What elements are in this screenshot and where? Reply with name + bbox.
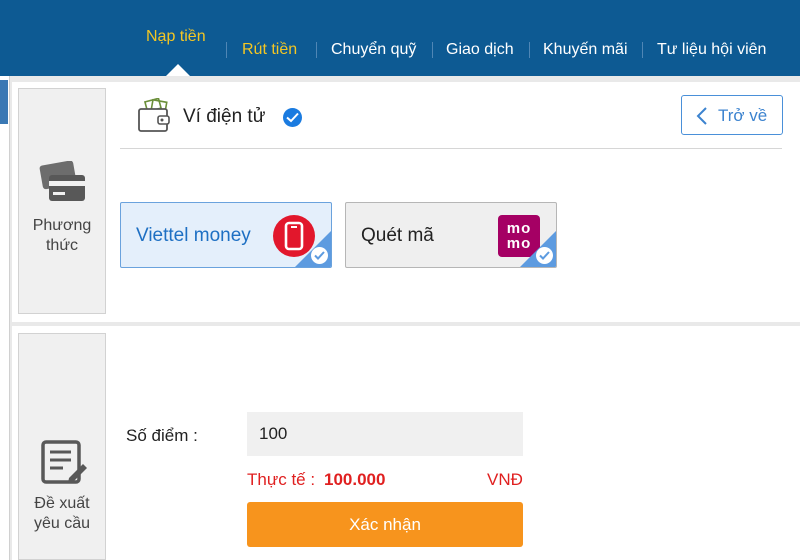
nav-item-chuyen-quy[interactable]: Chuyển quỹ xyxy=(331,41,416,59)
selected-check-icon xyxy=(311,247,328,264)
method-card-viettel-money[interactable]: Viettel money xyxy=(120,202,332,268)
left-sidebar-edge xyxy=(0,76,10,560)
request-side-label-line2: yêu cầu xyxy=(33,515,91,532)
request-panel: Đề xuất yêu cầu Số điểm : Thực tế : 100.… xyxy=(12,326,800,560)
method-name: Quét mã xyxy=(361,225,434,246)
method-side-label-line2: thức xyxy=(45,237,79,254)
nav-separator xyxy=(642,42,643,58)
points-input[interactable] xyxy=(247,412,523,456)
request-side-label-line1: Đề xuất xyxy=(34,495,90,512)
form-edit-icon xyxy=(41,440,87,484)
request-side-cell: Đề xuất yêu cầu xyxy=(18,333,106,560)
sidebar-active-marker xyxy=(0,80,8,124)
method-card-quet-ma[interactable]: Quét mã mo mo xyxy=(345,202,557,268)
nav-item-giao-dich[interactable]: Giao dịch xyxy=(446,41,514,59)
method-panel: Phương thức Ví điện tử Trở về Viettel mo… xyxy=(12,82,800,322)
method-side-cell: Phương thức xyxy=(18,88,106,314)
wallet-verified-check-icon xyxy=(283,108,302,127)
wallet-icon xyxy=(138,98,170,132)
selected-check-icon xyxy=(536,247,553,264)
actual-amount-label: Thực tế : xyxy=(247,470,316,489)
currency-label: VNĐ xyxy=(487,470,523,489)
wallet-title: Ví điện tử xyxy=(183,106,266,127)
nav-item-tu-lieu-hoi-vien[interactable]: Tư liệu hội viên xyxy=(657,41,766,59)
header-divider xyxy=(120,148,782,149)
confirm-button[interactable]: Xác nhận xyxy=(247,502,523,547)
back-button[interactable]: Trở về xyxy=(681,95,783,135)
nav-item-rut-tien[interactable]: Rút tiền xyxy=(242,41,297,59)
nav-item-khuyen-mai[interactable]: Khuyến mãi xyxy=(543,41,628,59)
actual-amount-value: 100.000 xyxy=(324,470,386,489)
back-button-label: Trở về xyxy=(718,106,768,125)
nav-separator xyxy=(529,42,530,58)
nav-separator xyxy=(432,42,433,58)
nav-item-nap-tien[interactable]: Nạp tiền xyxy=(146,28,206,46)
chevron-left-icon xyxy=(696,107,707,125)
active-tab-caret xyxy=(166,64,190,76)
method-side-label-line1: Phương xyxy=(32,217,92,234)
credit-card-icon xyxy=(39,161,85,201)
nav-separator xyxy=(316,42,317,58)
top-navigation: Nạp tiền Rút tiền Chuyển quỹ Giao dịch K… xyxy=(0,0,800,76)
method-name: Viettel money xyxy=(136,225,251,246)
nav-separator xyxy=(226,42,227,58)
points-label: Số điểm : xyxy=(126,426,198,445)
